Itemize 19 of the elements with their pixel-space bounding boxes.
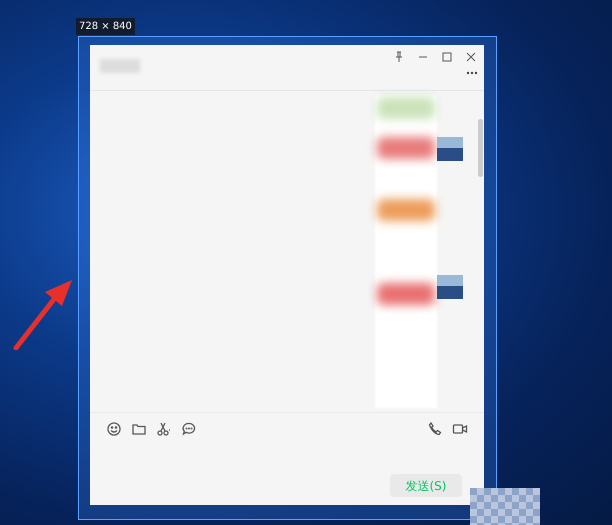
blurred-message xyxy=(377,283,435,305)
scissors-icon[interactable] xyxy=(156,421,172,437)
pointer-arrow xyxy=(12,278,74,350)
close-icon[interactable] xyxy=(464,50,478,64)
maximize-icon[interactable] xyxy=(440,50,454,64)
pixelated-block xyxy=(470,488,540,525)
phone-icon[interactable] xyxy=(427,421,443,437)
photo-placeholder xyxy=(437,275,463,299)
dimension-label: 728 × 840 xyxy=(76,18,135,35)
blurred-message xyxy=(377,199,435,221)
emoji-icon[interactable] xyxy=(106,421,122,437)
blurred-message xyxy=(377,97,435,119)
chat-bubble-icon[interactable] xyxy=(181,421,197,437)
blurred-message xyxy=(377,137,435,159)
blurred-title xyxy=(100,59,140,73)
more-icon[interactable] xyxy=(466,71,478,75)
send-button[interactable]: 发送(S) xyxy=(390,474,462,497)
photo-placeholder xyxy=(437,137,463,161)
scrollbar[interactable] xyxy=(478,119,483,177)
